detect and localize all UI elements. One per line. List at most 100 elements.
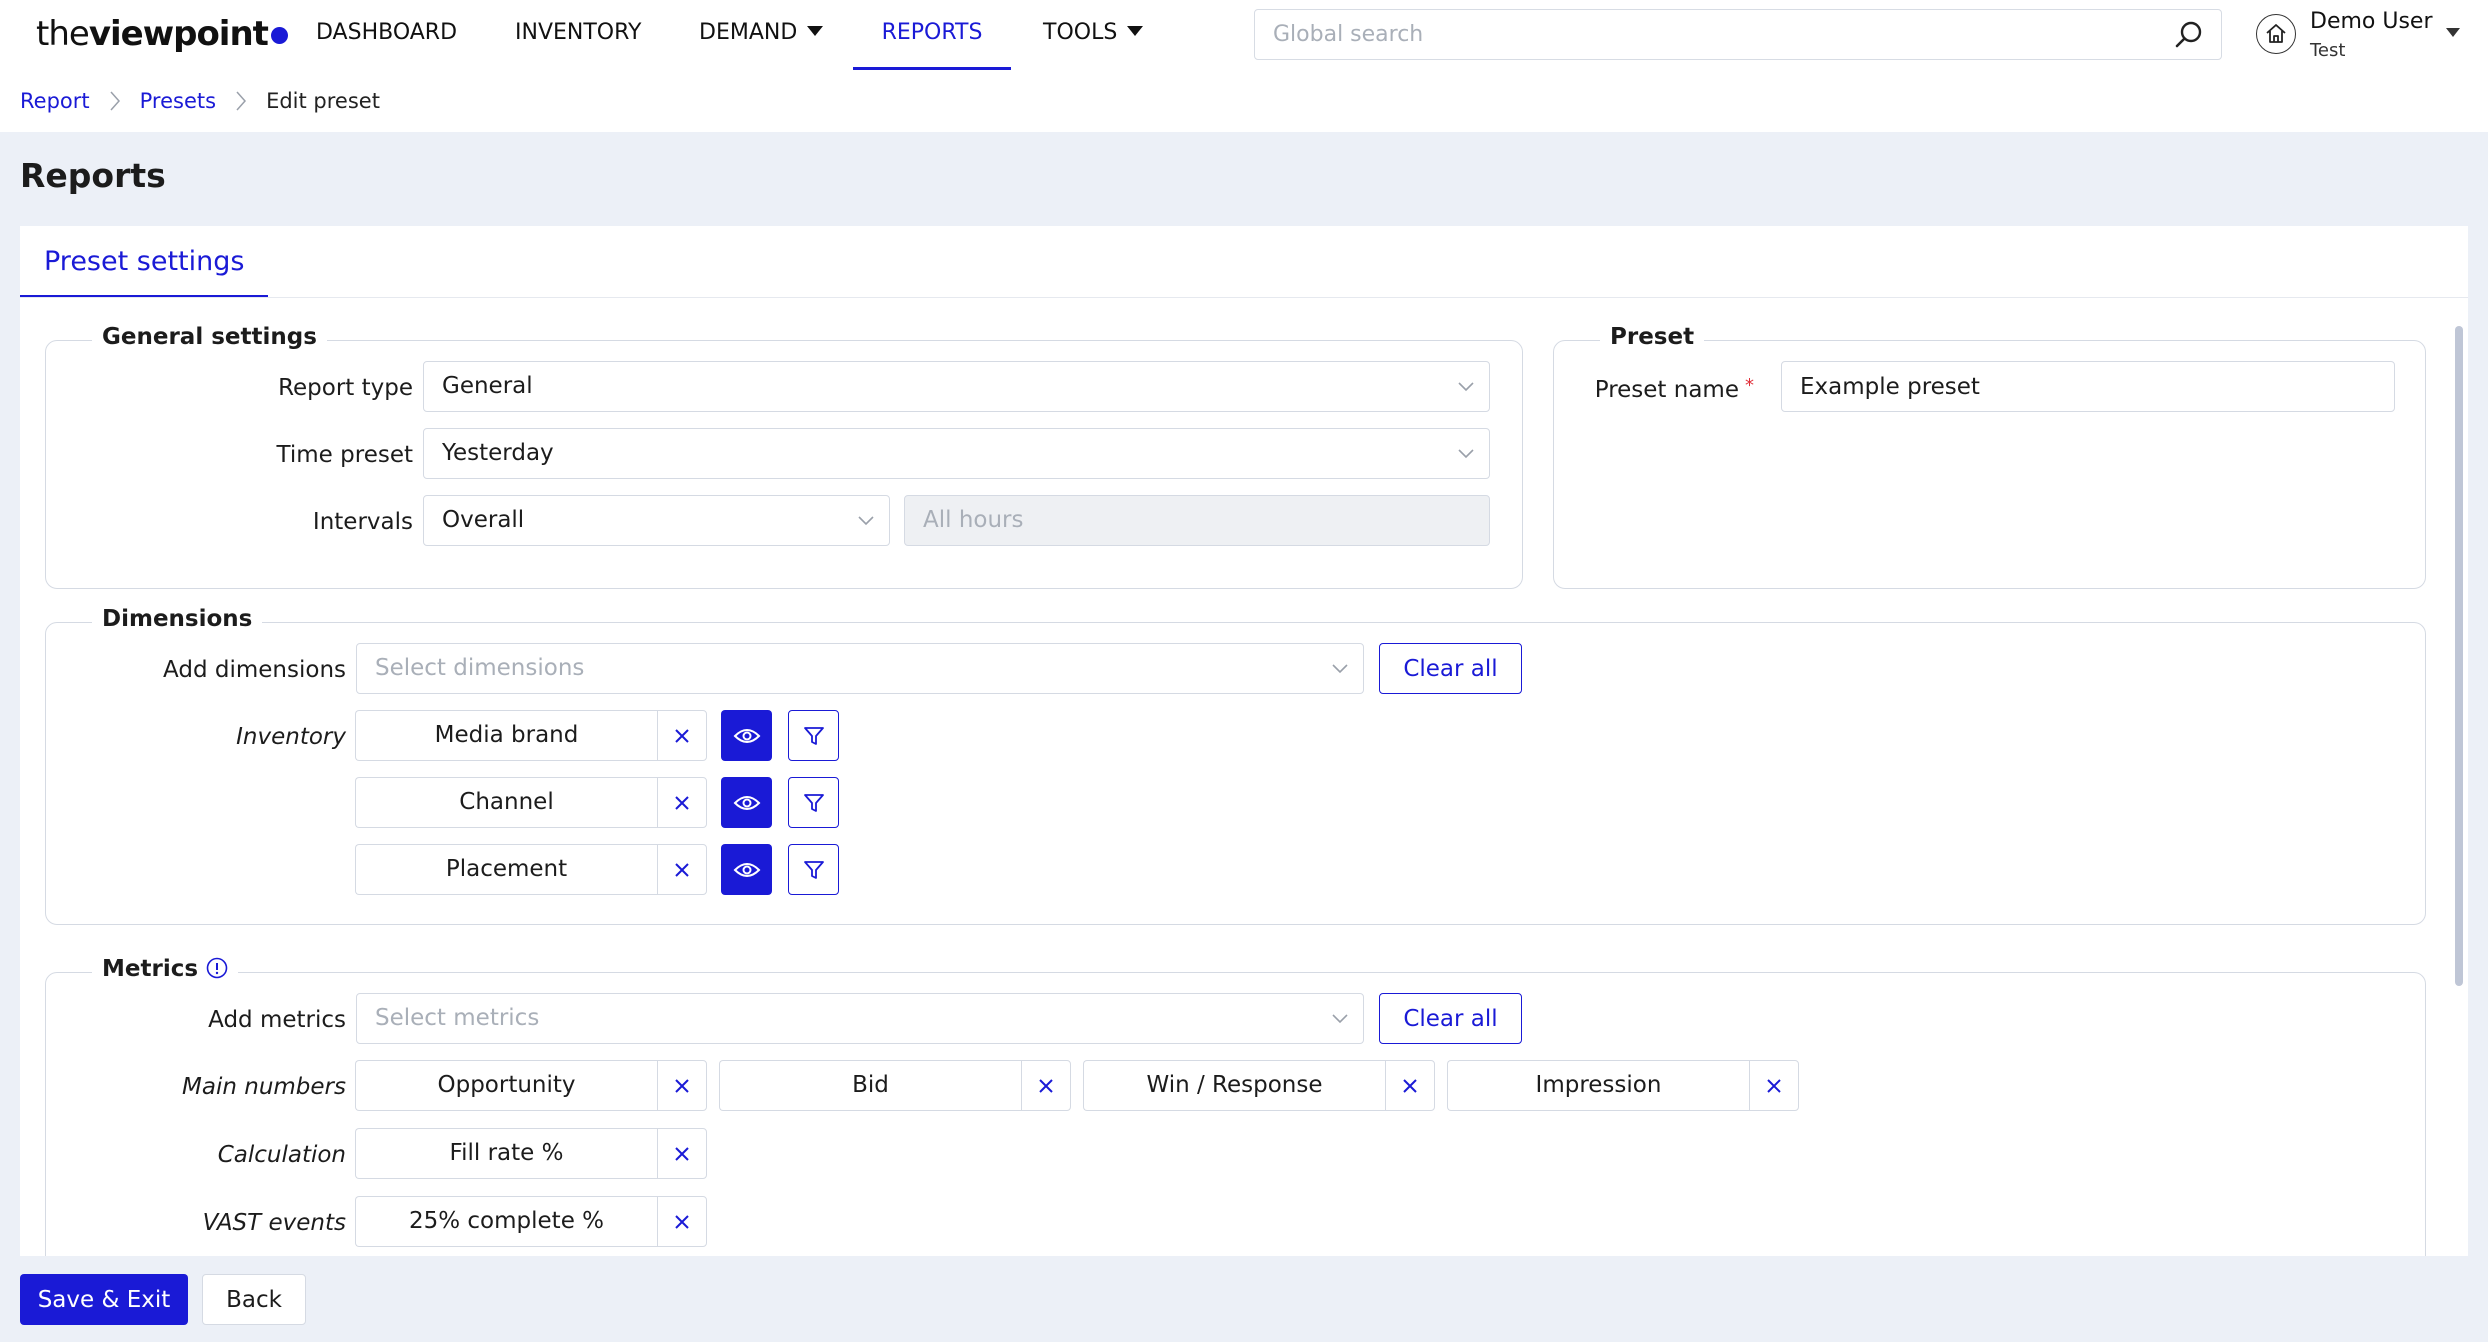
hours-select: All hours — [904, 495, 1490, 546]
remove-metric-button[interactable] — [657, 1128, 707, 1179]
tab-divider — [20, 297, 2468, 298]
time-preset-value: Yesterday — [442, 440, 554, 466]
breadcrumb-report-link[interactable]: Report — [20, 89, 90, 113]
tab-preset-settings[interactable]: Preset settings — [20, 226, 269, 298]
dimension-chip: Channel — [355, 777, 707, 828]
dimension-group-label: Inventory — [236, 724, 346, 750]
add-metrics-label: Add metrics — [208, 1007, 346, 1033]
remove-dimension-button[interactable] — [657, 844, 707, 895]
scrollbar[interactable] — [2455, 326, 2463, 986]
hours-value: All hours — [923, 507, 1024, 533]
breadcrumb-presets-link[interactable]: Presets — [140, 89, 216, 113]
general-settings-section: General settings Report type General Tim… — [45, 324, 1523, 589]
save-exit-button[interactable]: Save & Exit — [20, 1274, 188, 1325]
dimension-chip-label: Media brand — [355, 710, 657, 761]
toggle-visibility-button[interactable] — [721, 844, 772, 895]
preset-name-label-text: Preset name — [1594, 377, 1739, 403]
toggle-visibility-button[interactable] — [721, 777, 772, 828]
intervals-select[interactable]: Overall — [423, 495, 890, 546]
preset-name-input[interactable] — [1781, 361, 2395, 412]
toggle-visibility-button[interactable] — [721, 710, 772, 761]
dimension-chip: Placement — [355, 844, 707, 895]
remove-dimension-button[interactable] — [657, 710, 707, 761]
filter-dimension-button[interactable] — [788, 777, 839, 828]
metrics-section: Metrics Add metrics Select metrics Clear… — [45, 956, 2426, 1256]
time-preset-label: Time preset — [276, 442, 413, 468]
nav-tools-label: TOOLS — [1043, 20, 1118, 45]
time-preset-select[interactable]: Yesterday — [423, 428, 1490, 479]
nav-reports[interactable]: REPORTS — [853, 0, 1011, 70]
caret-down-icon — [807, 26, 824, 36]
back-button[interactable]: Back — [202, 1274, 306, 1325]
remove-metric-button[interactable] — [1021, 1060, 1071, 1111]
nav-demand[interactable]: DEMAND — [699, 0, 824, 70]
close-icon — [1767, 1078, 1781, 1093]
user-name[interactable]: Demo User — [2310, 9, 2433, 34]
report-type-label: Report type — [278, 375, 413, 401]
breadcrumb: Report Presets Edit preset — [0, 70, 2488, 132]
chevron-down-icon — [858, 516, 874, 526]
logo-text-bold: viewpoint — [88, 14, 269, 54]
metric-chip: 25% complete % — [355, 1196, 707, 1247]
preset-title: Preset — [1600, 324, 1705, 350]
dimension-chip-label: Channel — [355, 777, 657, 828]
close-icon — [675, 1078, 689, 1093]
eye-icon — [733, 862, 760, 877]
dimensions-title: Dimensions — [92, 606, 263, 632]
top-nav: theviewpoint DASHBOARD INVENTORY DEMAND … — [0, 0, 2488, 70]
metric-chip-label: 25% complete % — [355, 1196, 657, 1247]
metric-group-label: VAST events — [202, 1210, 346, 1236]
metric-chip-label: Bid — [719, 1060, 1021, 1111]
add-dimensions-label: Add dimensions — [163, 657, 346, 683]
page-title: Reports — [20, 156, 166, 195]
remove-dimension-button[interactable] — [657, 777, 707, 828]
nav-tools[interactable]: TOOLS — [1043, 0, 1144, 70]
chevron-down-icon — [1332, 1014, 1348, 1024]
filter-dimension-button[interactable] — [788, 844, 839, 895]
remove-metric-button[interactable] — [657, 1060, 707, 1111]
nav-inventory[interactable]: INVENTORY — [515, 0, 641, 70]
nav-dashboard[interactable]: DASHBOARD — [316, 0, 457, 70]
breadcrumb-current: Edit preset — [266, 89, 380, 113]
nav-demand-label: DEMAND — [699, 20, 798, 45]
dimensions-select[interactable]: Select dimensions — [356, 643, 1364, 694]
eye-icon — [733, 795, 760, 810]
intervals-label: Intervals — [312, 509, 413, 535]
clear-metrics-button[interactable]: Clear all — [1379, 993, 1522, 1044]
info-icon[interactable] — [206, 957, 228, 979]
clear-dimensions-button[interactable]: Clear all — [1379, 643, 1522, 694]
preset-section: Preset Preset name * — [1553, 324, 2426, 589]
metrics-title: Metrics — [92, 956, 239, 982]
report-type-select[interactable]: General — [423, 361, 1490, 412]
metric-chip: Fill rate % — [355, 1128, 707, 1179]
close-icon — [1039, 1078, 1053, 1093]
nav-reports-label: REPORTS — [881, 20, 983, 45]
metric-chip: Win / Response — [1083, 1060, 1435, 1111]
metrics-select-placeholder: Select metrics — [375, 1005, 540, 1031]
logo[interactable]: theviewpoint — [36, 14, 288, 54]
intervals-value: Overall — [442, 507, 525, 533]
close-icon — [675, 795, 689, 810]
remove-metric-button[interactable] — [1385, 1060, 1435, 1111]
dimensions-select-placeholder: Select dimensions — [375, 655, 585, 681]
remove-metric-button[interactable] — [657, 1196, 707, 1247]
global-search-input[interactable] — [1254, 9, 2222, 60]
filter-icon — [803, 726, 824, 745]
close-icon — [1403, 1078, 1417, 1093]
user-menu-caret-icon[interactable] — [2446, 28, 2460, 37]
metric-chip: Impression — [1447, 1060, 1799, 1111]
required-asterisk: * — [1745, 375, 1754, 396]
eye-icon — [733, 728, 760, 743]
close-icon — [675, 862, 689, 877]
user-org: Test — [2310, 40, 2346, 61]
metrics-title-text: Metrics — [102, 956, 199, 982]
metrics-select[interactable]: Select metrics — [356, 993, 1364, 1044]
close-icon — [675, 1146, 689, 1161]
home-icon[interactable] — [2256, 14, 2296, 54]
search-icon[interactable] — [2174, 20, 2204, 50]
filter-dimension-button[interactable] — [788, 710, 839, 761]
logo-text-light: the — [36, 14, 90, 54]
metric-chip: Bid — [719, 1060, 1071, 1111]
report-type-value: General — [442, 373, 533, 399]
remove-metric-button[interactable] — [1749, 1060, 1799, 1111]
